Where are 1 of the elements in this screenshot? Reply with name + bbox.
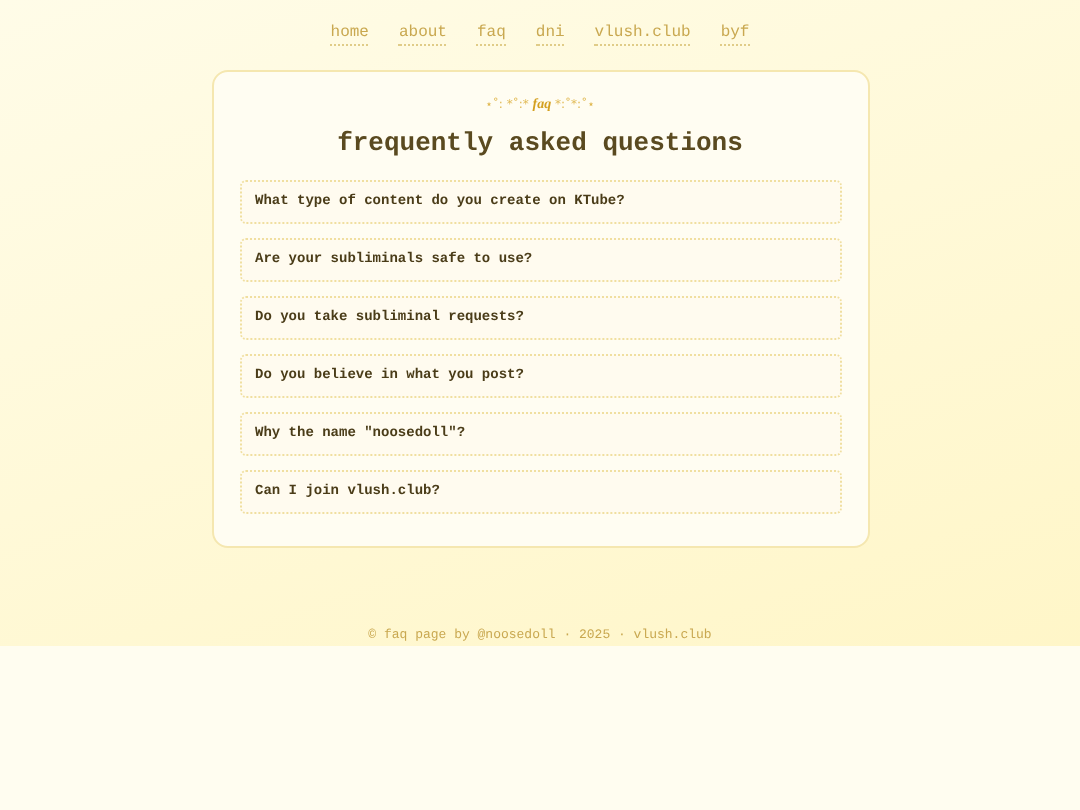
page-title: frequently asked questions bbox=[335, 128, 745, 158]
